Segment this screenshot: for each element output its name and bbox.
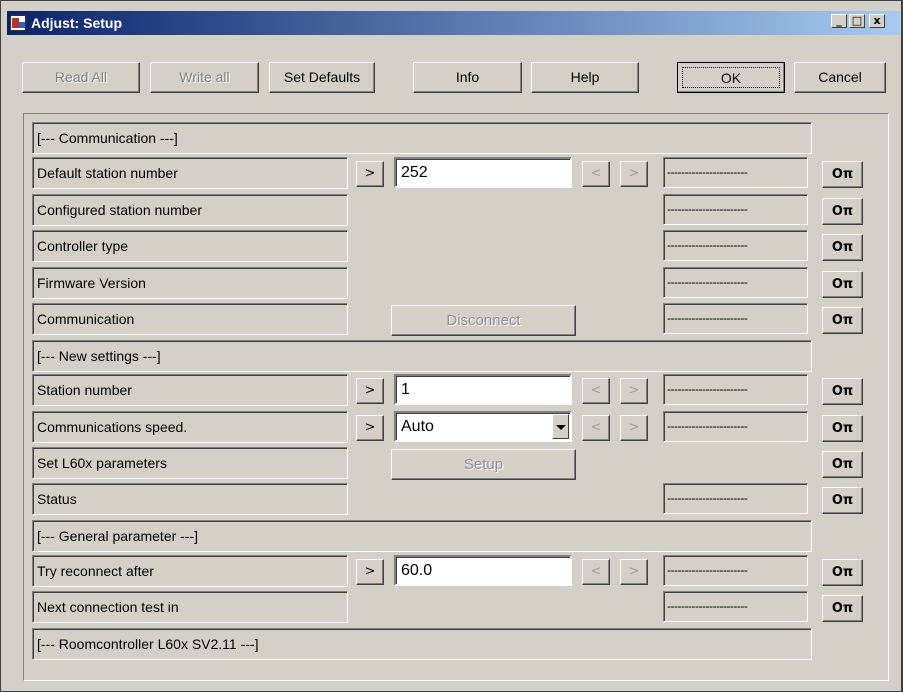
status-next-connection-test: ----------------------- [663,591,808,622]
default-station-number-input[interactable]: 252 [394,157,572,188]
label-station-number: Station number [32,374,348,406]
disconnect-button[interactable]: Disconnect [391,305,576,336]
station-number-input[interactable]: 1 [394,374,572,405]
key-icon[interactable]: Oπ [822,161,863,188]
key-icon[interactable]: Oπ [822,559,863,586]
label-try-reconnect-after: Try reconnect after [32,555,348,587]
section-communication: [--- Communication ---] [32,122,812,154]
window-title: Adjust: Setup [31,15,122,31]
label-communications-speed: Communications speed. [32,411,348,443]
decrement-communications-speed-button[interactable]: < [582,415,610,441]
increment-communications-speed-button[interactable]: > [620,415,648,441]
label-set-l60x-parameters: Set L60x parameters [32,447,348,479]
write-all-button[interactable]: Write all [150,62,259,93]
key-icon[interactable]: Oπ [822,271,863,298]
status-try-reconnect: ----------------------- [663,555,808,586]
ok-button[interactable]: OK [677,62,785,93]
key-icon[interactable]: Oπ [822,487,863,514]
ok-button-label: OK [682,67,780,88]
key-icon[interactable]: Oπ [822,595,863,622]
send-station-number-button[interactable]: > [356,378,384,404]
status-communication: ----------------------- [663,303,808,334]
status-configured-station: ----------------------- [663,194,808,225]
label-firmware-version: Firmware Version [32,267,348,299]
setup-window: Adjust: Setup _ □ x Read All Write all S… [0,0,903,692]
key-icon[interactable]: Oπ [822,415,863,442]
status-controller-type: ----------------------- [663,230,808,261]
label-status: Status [32,483,348,515]
setup-button[interactable]: Setup [391,449,576,480]
send-default-station-button[interactable]: > [356,161,384,187]
status-communications-speed: ----------------------- [663,411,808,442]
close-button[interactable]: x [869,14,885,28]
key-icon[interactable]: Oπ [822,378,863,405]
status-station-number: ----------------------- [663,374,808,405]
increment-station-number-button[interactable]: > [620,378,648,404]
help-button[interactable]: Help [531,62,639,93]
label-next-connection-test: Next connection test in [32,591,348,623]
read-all-button[interactable]: Read All [22,62,140,93]
decrement-try-reconnect-button[interactable]: < [582,559,610,585]
label-configured-station-number: Configured station number [32,194,348,226]
status-status: ----------------------- [663,483,808,514]
key-icon[interactable]: Oπ [822,451,863,478]
label-default-station-number: Default station number [32,157,348,189]
status-firmware-version: ----------------------- [663,267,808,298]
increment-try-reconnect-button[interactable]: > [620,559,648,585]
section-roomcontroller: [--- Roomcontroller L60x SV2.11 ---] [32,628,812,660]
key-icon[interactable]: Oπ [822,198,863,225]
section-new-settings: [--- New settings ---] [32,340,812,372]
send-try-reconnect-button[interactable]: > [356,559,384,585]
communications-speed-value: Auto [401,418,434,435]
key-icon[interactable]: Oπ [822,234,863,261]
key-icon[interactable]: Oπ [822,307,863,334]
increment-default-station-button[interactable]: > [620,161,648,187]
app-icon [10,15,26,31]
communications-speed-select[interactable]: Auto [394,411,572,442]
label-communication: Communication [32,303,348,335]
label-controller-type: Controller type [32,230,348,262]
set-defaults-button[interactable]: Set Defaults [269,62,375,93]
maximize-button[interactable]: □ [849,14,865,28]
try-reconnect-input[interactable]: 60.0 [394,555,572,586]
decrement-default-station-button[interactable]: < [582,161,610,187]
section-general-parameter: [--- General parameter ---] [32,520,812,552]
status-default-station: ----------------------- [663,157,808,188]
decrement-station-number-button[interactable]: < [582,378,610,404]
title-bar[interactable]: Adjust: Setup _ □ x [7,11,900,35]
dropdown-arrow-icon[interactable] [552,414,569,439]
info-button[interactable]: Info [413,62,522,93]
minimize-button[interactable]: _ [831,14,847,28]
cancel-button[interactable]: Cancel [794,62,886,93]
send-communications-speed-button[interactable]: > [356,415,384,441]
